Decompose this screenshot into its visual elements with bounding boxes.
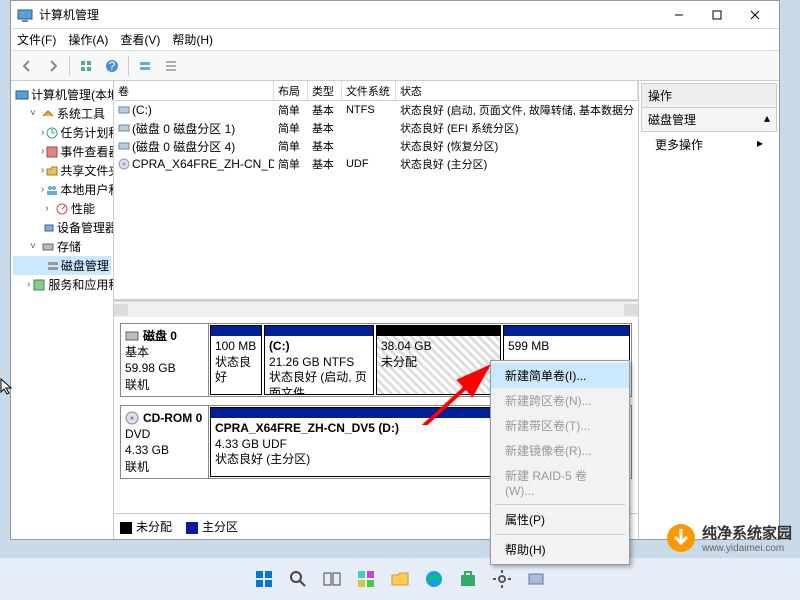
actions-pane: 操作 磁盘管理▴ 更多操作▸ bbox=[639, 81, 779, 539]
ctx-new-simple-volume[interactable]: 新建简单卷(I)... bbox=[491, 363, 629, 388]
minimize-button[interactable] bbox=[661, 3, 697, 27]
watermark: 纯净系统家园 www.yidaimei.com bbox=[666, 522, 792, 554]
tree-root[interactable]: 计算机管理(本地) bbox=[13, 85, 111, 104]
ctx-help[interactable]: 帮助(H) bbox=[491, 537, 629, 562]
menu-file[interactable]: 文件(F) bbox=[17, 31, 56, 48]
ctx-new-spanned-volume: 新建跨区卷(N)... bbox=[491, 388, 629, 413]
volume-row[interactable]: (C:)简单基本NTFS状态良好 (启动, 页面文件, 故障转储, 基本数据分 bbox=[114, 101, 638, 119]
toolbar-refresh-button[interactable] bbox=[133, 54, 157, 78]
tree-disk-management[interactable]: 磁盘管理 bbox=[13, 256, 111, 275]
legend-unalloc-swatch bbox=[120, 522, 132, 534]
nav-back-button[interactable] bbox=[15, 54, 39, 78]
tree-performance[interactable]: ›性能 bbox=[13, 199, 111, 218]
store-icon[interactable] bbox=[455, 566, 481, 592]
ctx-new-striped-volume: 新建带区卷(T)... bbox=[491, 413, 629, 438]
maximize-button[interactable] bbox=[699, 3, 735, 27]
context-menu: 新建简单卷(I)... 新建跨区卷(N)... 新建带区卷(T)... 新建镜像… bbox=[490, 360, 630, 565]
settings-icon[interactable] bbox=[489, 566, 515, 592]
col-filesystem[interactable]: 文件系统 bbox=[342, 81, 396, 100]
toolbar-list-button[interactable] bbox=[159, 54, 183, 78]
volume-list[interactable]: (C:)简单基本NTFS状态良好 (启动, 页面文件, 故障转储, 基本数据分 … bbox=[114, 101, 638, 301]
tree-shared-folders[interactable]: ›共享文件夹 bbox=[13, 161, 111, 180]
actions-more[interactable]: 更多操作▸ bbox=[641, 132, 777, 157]
chevron-right-icon: ▸ bbox=[757, 136, 763, 153]
search-icon[interactable] bbox=[285, 566, 311, 592]
edge-icon[interactable] bbox=[421, 566, 447, 592]
nav-tree[interactable]: 计算机管理(本地) ˅系统工具 ›任务计划程序 ›事件查看器 ›共享文件夹 ›本… bbox=[11, 81, 114, 539]
actions-header: 操作 bbox=[641, 83, 777, 108]
ctx-new-mirror-volume: 新建镜像卷(R)... bbox=[491, 438, 629, 463]
tree-event-viewer[interactable]: ›事件查看器 bbox=[13, 142, 111, 161]
computer-management-window: 计算机管理 文件(F) 操作(A) 查看(V) 帮助(H) ? 计算机管理(本地… bbox=[10, 0, 780, 540]
tree-storage[interactable]: ˅存储 bbox=[13, 237, 111, 256]
taskbar-app-icon[interactable] bbox=[523, 566, 549, 592]
ctx-properties[interactable]: 属性(P) bbox=[491, 507, 629, 532]
tree-services-apps[interactable]: ›服务和应用程序 bbox=[13, 275, 111, 294]
col-layout[interactable]: 布局 bbox=[274, 81, 308, 100]
app-icon bbox=[17, 7, 33, 23]
partition-unallocated[interactable]: 38.04 GB未分配 bbox=[376, 325, 501, 395]
titlebar: 计算机管理 bbox=[11, 1, 779, 29]
menu-help[interactable]: 帮助(H) bbox=[172, 31, 213, 48]
volume-row[interactable]: CPRA_X64FRE_ZH-CN_DV5 (D:)简单基本UDF状态良好 (主… bbox=[114, 155, 638, 173]
legend-primary-swatch bbox=[186, 522, 198, 534]
cdrom-0-info: CD-ROM 0 DVD 4.33 GB 联机 bbox=[121, 406, 209, 478]
partition-c[interactable]: (C:)21.26 GB NTFS状态良好 (启动, 页面文件 bbox=[264, 325, 374, 395]
horizontal-scrollbar[interactable] bbox=[114, 301, 638, 317]
tree-system-tools[interactable]: ˅系统工具 bbox=[13, 104, 111, 123]
menubar: 文件(F) 操作(A) 查看(V) 帮助(H) bbox=[11, 29, 779, 51]
col-status[interactable]: 状态 bbox=[396, 81, 638, 100]
disk-icon bbox=[125, 330, 139, 342]
volume-row[interactable]: (磁盘 0 磁盘分区 4)简单基本状态良好 (恢复分区) bbox=[114, 137, 638, 155]
tree-device-manager[interactable]: 设备管理器 bbox=[13, 218, 111, 237]
menu-action[interactable]: 操作(A) bbox=[68, 31, 108, 48]
volume-row[interactable]: (磁盘 0 磁盘分区 1)简单基本状态良好 (EFI 系统分区) bbox=[114, 119, 638, 137]
menu-view[interactable]: 查看(V) bbox=[120, 31, 160, 48]
watermark-icon bbox=[666, 523, 696, 553]
window-title: 计算机管理 bbox=[39, 6, 661, 23]
tree-local-users[interactable]: ›本地用户和组 bbox=[13, 180, 111, 199]
nav-fwd-button[interactable] bbox=[41, 54, 65, 78]
widgets-icon[interactable] bbox=[353, 566, 379, 592]
partition-efi[interactable]: 100 MB状态良好 bbox=[210, 325, 262, 395]
taskview-icon[interactable] bbox=[319, 566, 345, 592]
toolbar: ? bbox=[11, 51, 779, 81]
start-button[interactable] bbox=[251, 566, 277, 592]
toolbar-help-button[interactable]: ? bbox=[100, 54, 124, 78]
taskbar[interactable] bbox=[0, 558, 800, 600]
volume-list-header: 卷 布局 类型 文件系统 状态 bbox=[114, 81, 638, 101]
col-volume[interactable]: 卷 bbox=[114, 81, 274, 100]
disk-0-info: 磁盘 0 基本 59.98 GB 联机 bbox=[121, 324, 209, 396]
explorer-icon[interactable] bbox=[387, 566, 413, 592]
col-type[interactable]: 类型 bbox=[308, 81, 342, 100]
actions-section[interactable]: 磁盘管理▴ bbox=[641, 108, 777, 132]
toolbar-view-button[interactable] bbox=[74, 54, 98, 78]
collapse-icon: ▴ bbox=[764, 111, 770, 128]
cdrom-icon bbox=[125, 411, 139, 425]
ctx-new-raid5-volume: 新建 RAID-5 卷(W)... bbox=[491, 463, 629, 502]
tree-task-scheduler[interactable]: ›任务计划程序 bbox=[13, 123, 111, 142]
svg-text:?: ? bbox=[109, 59, 116, 73]
close-button[interactable] bbox=[737, 3, 773, 27]
